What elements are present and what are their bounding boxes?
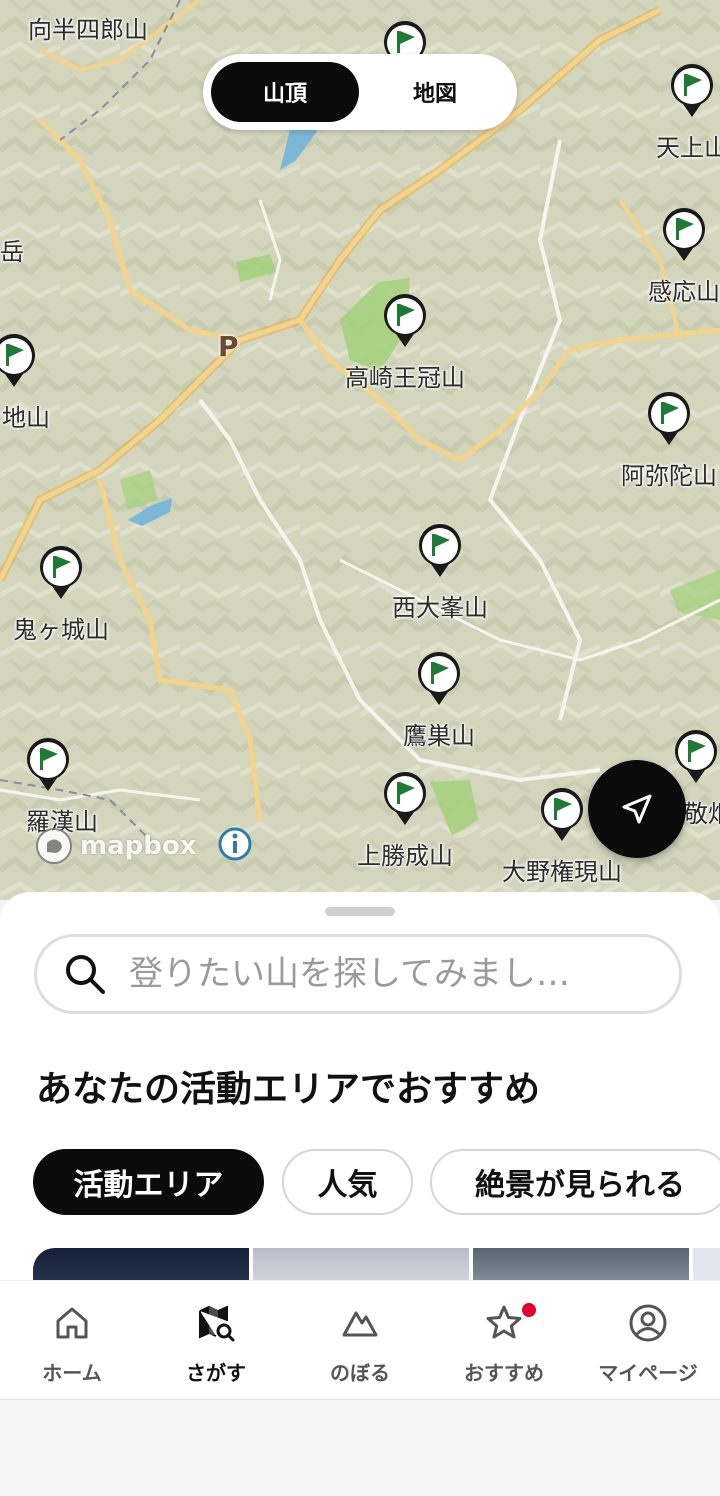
star-icon bbox=[486, 1305, 522, 1339]
flag-pin-icon bbox=[27, 738, 70, 791]
peak-label-jizo: 地山 bbox=[2, 404, 50, 432]
filter-chips: 活動エリア 人気 絶景が見られる bbox=[33, 1149, 720, 1215]
flag-pin-icon bbox=[0, 334, 35, 387]
peak-label-onigajo: 鬼ヶ城山 bbox=[13, 616, 109, 644]
peak-label-tenjo: 天上山 bbox=[656, 134, 720, 162]
nav-search[interactable]: さがす bbox=[144, 1281, 288, 1399]
flag-pin-icon bbox=[384, 294, 426, 347]
mapbox-label: mapbox bbox=[80, 831, 197, 861]
chip-activity-area[interactable]: 活動エリア bbox=[33, 1149, 264, 1215]
flag-pin-icon bbox=[671, 64, 713, 117]
flag-pin-icon bbox=[541, 788, 583, 841]
navigation-arrow-icon bbox=[622, 794, 652, 824]
peak-label-mukai: 向半四郎山 bbox=[28, 16, 148, 44]
peak-label-dake: 岳 bbox=[0, 238, 24, 266]
peak-label-ono: 大野権現山 bbox=[502, 858, 622, 886]
recommend-title: あなたの活動エリアでおすすめ bbox=[36, 1069, 541, 1110]
flag-pin-icon bbox=[675, 730, 717, 783]
map-search-icon bbox=[199, 1305, 235, 1342]
mountain-icon bbox=[342, 1311, 378, 1337]
nav-climb[interactable]: のぼる bbox=[288, 1281, 432, 1399]
info-icon[interactable] bbox=[218, 827, 252, 861]
peak-label-kanno: 感応山 bbox=[648, 278, 720, 306]
nav-recommend[interactable]: おすすめ bbox=[432, 1281, 576, 1399]
nav-search-label: さがす bbox=[186, 1361, 246, 1385]
peak-label-amida: 阿弥陀山 bbox=[621, 462, 717, 490]
map-terrain bbox=[0, 0, 720, 900]
mapbox-logo-icon bbox=[36, 828, 72, 864]
view-toggle[interactable]: 山頂 地図 bbox=[203, 54, 517, 130]
chip-popular[interactable]: 人気 bbox=[282, 1149, 413, 1215]
toggle-map[interactable]: 地図 bbox=[361, 62, 509, 122]
peak-label-kabata: 敬畑 bbox=[684, 800, 720, 828]
sheet-drag-handle[interactable] bbox=[325, 907, 395, 916]
nav-recommend-label: おすすめ bbox=[464, 1361, 544, 1385]
flag-pin-icon bbox=[419, 524, 461, 577]
parking-marker[interactable]: P bbox=[218, 330, 239, 363]
locate-button[interactable] bbox=[588, 760, 686, 858]
flag-pin-icon bbox=[663, 208, 705, 261]
mapbox-attribution: mapbox bbox=[34, 826, 197, 866]
flag-pin-icon bbox=[384, 772, 426, 825]
search-icon bbox=[66, 955, 105, 994]
bottom-navigation: ホーム さがす のぼる おすすめ マイページ bbox=[0, 1280, 720, 1401]
flag-pin-icon bbox=[418, 652, 460, 705]
peak-label-nishi: 西大峯山 bbox=[392, 594, 488, 622]
search-bar[interactable] bbox=[34, 934, 682, 1014]
user-icon bbox=[629, 1304, 667, 1342]
toggle-summit[interactable]: 山頂 bbox=[211, 62, 359, 122]
peak-label-takasaki: 高崎王冠山 bbox=[345, 364, 465, 392]
home-icon bbox=[56, 1307, 88, 1339]
notification-badge bbox=[520, 1301, 538, 1319]
chip-scenic[interactable]: 絶景が見られる bbox=[430, 1149, 720, 1215]
peak-label-kamikatsu: 上勝成山 bbox=[357, 842, 453, 870]
map-view[interactable]: 向半四郎山 岳 P 市間山天上山感応山高崎王冠山地山阿弥陀山西大峯山鬼ヶ城山鷹巣… bbox=[0, 0, 720, 900]
nav-home-label: ホーム bbox=[42, 1361, 102, 1385]
nav-climb-label: のぼる bbox=[330, 1361, 390, 1385]
system-area bbox=[0, 1400, 720, 1496]
nav-mypage[interactable]: マイページ bbox=[576, 1281, 720, 1399]
nav-mypage-label: マイページ bbox=[598, 1361, 698, 1385]
peak-label-takanosu: 鷹巣山 bbox=[403, 722, 475, 750]
search-input[interactable] bbox=[127, 953, 631, 995]
flag-pin-icon bbox=[648, 392, 690, 445]
flag-pin-icon bbox=[40, 546, 82, 599]
nav-home[interactable]: ホーム bbox=[0, 1281, 144, 1399]
